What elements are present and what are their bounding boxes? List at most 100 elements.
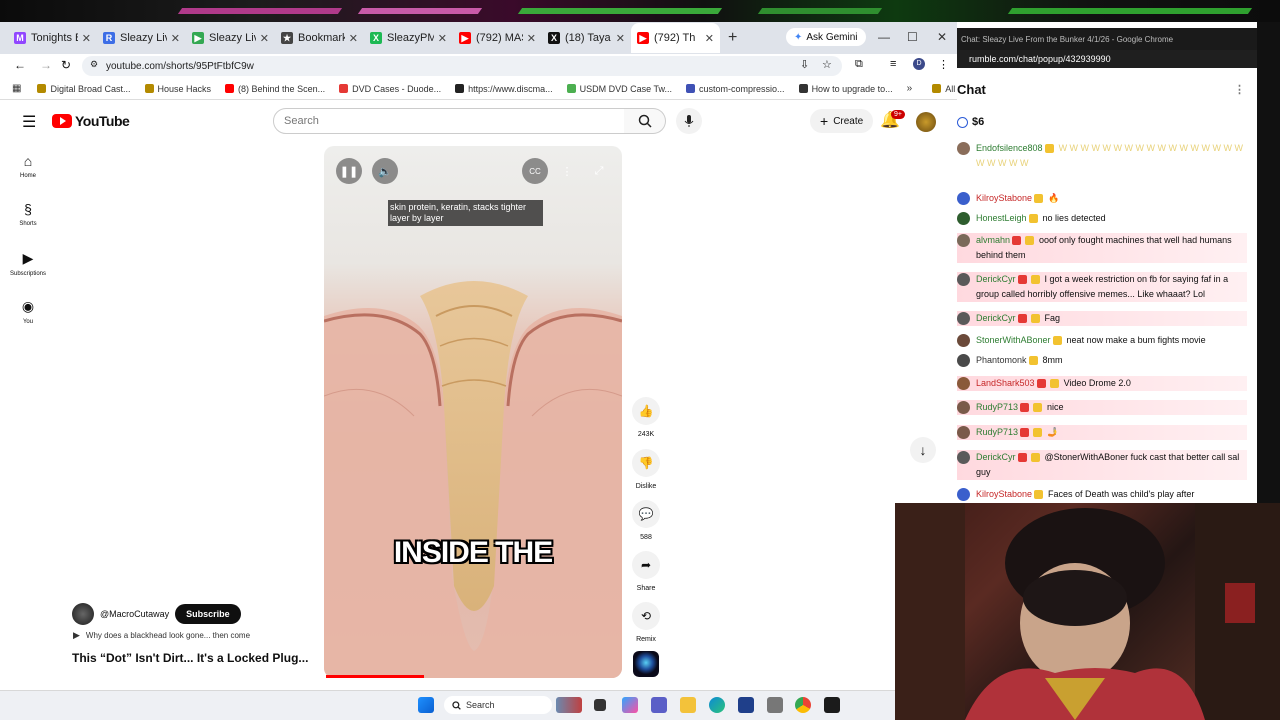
side-panel-icon[interactable]: ≡ xyxy=(890,58,896,70)
hamburger-menu-icon[interactable]: ☰ xyxy=(22,112,36,132)
share-button[interactable]: ➦ Share xyxy=(632,551,660,592)
chat-user-avatar[interactable] xyxy=(957,426,970,439)
tab-close-icon[interactable]: ✕ xyxy=(349,32,358,45)
account-avatar[interactable] xyxy=(916,112,936,132)
chat-message[interactable]: DerickCyr @StonerWithABoner fuck cast tha… xyxy=(957,450,1247,480)
description-row[interactable]: ▶ Why does a blackhead look gone... then… xyxy=(73,630,250,641)
chat-message[interactable]: KilroyStabone 🔥 xyxy=(957,191,1247,206)
chat-username[interactable]: DerickCyr xyxy=(976,313,1016,323)
browser-tab[interactable]: X(18) Taya or✕ xyxy=(542,23,631,53)
fullscreen-button[interactable]: ⤢ xyxy=(586,158,612,184)
ask-gemini-button[interactable]: ✦ Ask Gemini xyxy=(786,28,866,46)
windows-start-icon[interactable] xyxy=(418,697,434,713)
copilot-icon[interactable] xyxy=(622,697,638,713)
chat-username[interactable]: KilroyStabone xyxy=(976,489,1032,499)
obs-icon[interactable] xyxy=(824,697,840,713)
channel-name[interactable]: @MacroCutaway xyxy=(100,609,169,619)
nav-item-shorts[interactable]: § Shorts xyxy=(6,201,50,227)
chat-username[interactable]: KilroyStabone xyxy=(976,193,1032,203)
browser-tab[interactable]: ★Bookmarks✕ xyxy=(275,23,364,53)
browser-tab[interactable]: ▶Sleazy Live✕ xyxy=(186,23,275,53)
minimize-icon[interactable]: — xyxy=(878,30,890,44)
apps-icon[interactable]: ▦ xyxy=(12,83,21,94)
tab-close-icon[interactable]: ✕ xyxy=(527,32,536,45)
browser-tab[interactable]: MTonights Bu✕ xyxy=(8,23,97,53)
chat-username[interactable]: HonestLeigh xyxy=(976,213,1027,223)
video-title[interactable]: This “Dot” Isn't Dirt... It's a Locked P… xyxy=(72,651,308,665)
subscribe-button[interactable]: Subscribe xyxy=(175,604,241,624)
bookmark-item[interactable]: House Hacks xyxy=(144,84,211,94)
voice-search-button[interactable] xyxy=(676,108,702,134)
video-progress-bar[interactable] xyxy=(326,675,424,678)
forward-icon[interactable]: → xyxy=(40,58,52,72)
chat-user-avatar[interactable] xyxy=(957,401,970,414)
site-info-icon[interactable]: ⚙ xyxy=(90,59,98,70)
chat-message[interactable]: DerickCyr I got a week restriction on fb … xyxy=(957,272,1247,302)
close-window-icon[interactable]: ✕ xyxy=(937,30,947,44)
browser-tab[interactable]: ▶ (792) Th ✕ xyxy=(631,23,720,53)
bookmark-item[interactable]: custom-compressio... xyxy=(686,84,785,94)
chat-username[interactable]: RudyP713 xyxy=(976,402,1018,412)
chat-user-avatar[interactable] xyxy=(957,312,970,325)
edge-icon[interactable] xyxy=(709,697,725,713)
youtube-logo[interactable]: YouTube xyxy=(52,113,130,129)
widgets-icon[interactable] xyxy=(556,697,582,713)
chat-message[interactable]: Phantomonk 8mm xyxy=(957,353,1247,368)
remix-button[interactable]: ⟲ Remix xyxy=(632,602,660,643)
more-bookmarks-icon[interactable]: » xyxy=(907,83,913,94)
channel-avatar[interactable] xyxy=(72,603,94,625)
chat-username[interactable]: Endofsilence808 xyxy=(976,143,1043,153)
pause-button[interactable]: ❚❚ xyxy=(336,158,362,184)
nav-item-you[interactable]: ◉ You xyxy=(6,298,50,325)
chat-username[interactable]: Phantomonk xyxy=(976,355,1027,365)
chat-message[interactable]: KilroyStabone Faces of Death was child's … xyxy=(957,487,1247,502)
chrome-icon[interactable] xyxy=(795,697,811,713)
address-bar[interactable]: ⚙ youtube.com/shorts/95PtFtbfC9w xyxy=(82,56,842,76)
chat-user-avatar[interactable] xyxy=(957,377,970,390)
nav-item-subscriptions[interactable]: ▶ Subscriptions xyxy=(6,250,50,277)
maximize-icon[interactable]: ☐ xyxy=(907,30,918,44)
tab-close-icon[interactable]: ✕ xyxy=(260,32,269,45)
chat-message[interactable]: RudyP713 nice xyxy=(957,400,1247,415)
rant-badge[interactable]: $6 xyxy=(957,116,984,128)
bookmark-item[interactable]: DVD Cases - Duode... xyxy=(339,84,441,94)
more-options-button[interactable]: ⋮ xyxy=(554,158,580,184)
chat-menu-icon[interactable]: ⋮ xyxy=(1234,83,1245,96)
store-icon[interactable] xyxy=(738,697,754,713)
chat-message[interactable]: Endofsilence808 W W W W W W W W W W W W W… xyxy=(957,141,1247,171)
chat-user-avatar[interactable] xyxy=(957,488,970,501)
profile-avatar[interactable]: D xyxy=(913,58,925,70)
volume-button[interactable]: 🔈 xyxy=(372,158,398,184)
search-button[interactable] xyxy=(624,108,666,134)
tab-close-icon[interactable]: ✕ xyxy=(171,32,180,45)
chat-message[interactable]: alvmahn ooof only fought machines that we… xyxy=(957,233,1247,263)
tab-close-icon[interactable]: ✕ xyxy=(438,32,447,45)
file-explorer-icon[interactable] xyxy=(680,697,696,713)
like-button[interactable]: 👍 243K xyxy=(632,397,660,438)
bookmark-star-icon[interactable]: ☆ xyxy=(822,58,832,71)
chat-user-avatar[interactable] xyxy=(957,451,970,464)
bookmark-item[interactable]: (8) Behind the Scen... xyxy=(225,84,325,94)
browser-tab[interactable]: RSleazy Live✕ xyxy=(97,23,186,53)
chat-user-avatar[interactable] xyxy=(957,354,970,367)
search-input[interactable]: Search xyxy=(273,108,625,134)
browser-tab[interactable]: ▶(792) MAST✕ xyxy=(453,23,542,53)
bookmark-item[interactable]: USDM DVD Case Tw... xyxy=(566,84,672,94)
chat-user-avatar[interactable] xyxy=(957,273,970,286)
back-icon[interactable]: ← xyxy=(14,58,26,72)
teams-icon[interactable] xyxy=(651,697,667,713)
chat-user-avatar[interactable] xyxy=(957,142,970,155)
reload-icon[interactable]: ↻ xyxy=(61,58,71,72)
comments-button[interactable]: 💬 588 xyxy=(632,500,660,541)
bookmark-item[interactable]: https://www.discma... xyxy=(455,84,553,94)
tab-close-icon[interactable]: ✕ xyxy=(616,32,625,45)
menu-icon[interactable]: ⋮ xyxy=(938,58,949,71)
dislike-button[interactable]: 👎 Dislike xyxy=(632,449,660,490)
tab-close-icon[interactable]: ✕ xyxy=(82,32,91,45)
chat-user-avatar[interactable] xyxy=(957,212,970,225)
new-tab-button[interactable]: + xyxy=(728,29,737,47)
chat-message[interactable]: LandShark503 Video Drome 2.0 xyxy=(957,376,1247,391)
chat-username[interactable]: DerickCyr xyxy=(976,274,1016,284)
chat-username[interactable]: StonerWithABoner xyxy=(976,335,1051,345)
chat-username[interactable]: LandShark503 xyxy=(976,378,1035,388)
